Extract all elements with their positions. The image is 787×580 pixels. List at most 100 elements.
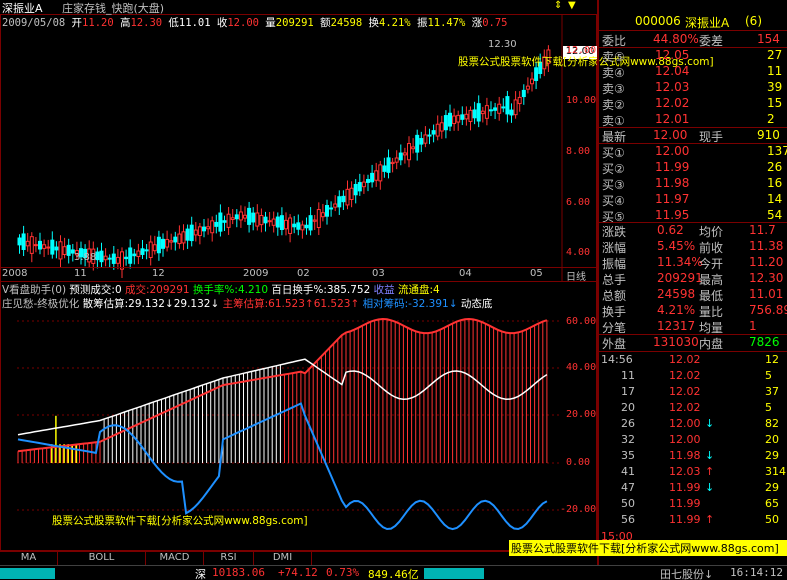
candle-body xyxy=(222,220,227,223)
scatter-estimate: 散筹估算:29.132 xyxy=(82,298,165,310)
candle-body xyxy=(243,214,247,219)
candle-body xyxy=(214,221,219,227)
sub2-indicator-name[interactable]: 庄见愁-终极优化 xyxy=(2,298,79,310)
candle-body xyxy=(271,218,276,226)
candle-body xyxy=(333,203,338,208)
candle-body xyxy=(431,130,436,135)
turnover-stat: 换手率%:4.210 xyxy=(192,284,269,296)
tab-rsi[interactable]: RSI xyxy=(204,552,254,565)
tick-time: 35 xyxy=(621,449,635,462)
down-arrow-icon: ↓ xyxy=(705,417,715,430)
tick-price: 12.00 xyxy=(669,433,701,446)
tick-time: 26 xyxy=(621,417,635,430)
ask-volume: 2 xyxy=(767,112,775,126)
candle-body xyxy=(284,219,288,230)
bid-row: 买① 12.00 137 xyxy=(599,144,787,160)
candle-body xyxy=(29,236,34,254)
candle-body xyxy=(337,196,342,208)
stat-value: 209291 xyxy=(657,271,703,285)
weibi-row: 委比 44.80% 委差 154 xyxy=(599,32,787,48)
price-axis-label: 4.00 xyxy=(566,247,591,258)
down-arrow-icon: ↓ xyxy=(705,449,715,462)
candle-body xyxy=(460,114,465,120)
candle-body xyxy=(189,224,194,242)
tab-dmi[interactable]: DMI xyxy=(254,552,312,565)
candle-body xyxy=(415,134,420,153)
watermark-bottom: 股票公式股票软件下载[分析家公式网www.88gs.com] xyxy=(52,515,308,527)
price-axis-label: 12.00 xyxy=(566,45,597,56)
candle-body xyxy=(202,226,206,232)
candle-body xyxy=(181,231,186,244)
candle-body xyxy=(390,161,395,165)
volume-value: 209291 xyxy=(275,17,314,29)
tick-price: 12.00 xyxy=(669,417,701,430)
ask-volume: 11 xyxy=(767,64,783,78)
candle-body xyxy=(398,152,403,161)
dropdown-icon[interactable]: ▼ xyxy=(568,0,576,11)
candle-body xyxy=(161,238,165,249)
latest-row: 最新 12.00 现手 910 xyxy=(599,128,787,144)
candle-body xyxy=(230,217,235,220)
candle-body xyxy=(210,220,215,234)
bid-label: 买① xyxy=(602,146,625,160)
candle-body xyxy=(275,216,280,228)
up-arrow-icon: ↑ xyxy=(705,465,715,478)
tick-price: 11.99 xyxy=(669,497,701,510)
indicator-title[interactable]: 庄家存钱_快跑(大盘) xyxy=(62,0,164,16)
chart-area[interactable]: 深振业A 庄家存钱_快跑(大盘) ⇕ ▼ 2009/05/08 开11.20 高… xyxy=(0,0,714,565)
candle-body xyxy=(99,250,104,263)
indicator-chart[interactable] xyxy=(0,281,597,551)
price-axis-label: 10.00 xyxy=(566,95,597,106)
candle-body xyxy=(517,96,522,105)
tab-macd[interactable]: MACD xyxy=(146,552,204,565)
candle-body xyxy=(197,226,202,236)
candle-body xyxy=(218,212,223,232)
candle-body xyxy=(382,165,387,172)
tick-time: 32 xyxy=(621,433,635,446)
stat-row: 总额 24598 最低 11.01 xyxy=(599,287,787,303)
stock-name: 深振业A xyxy=(685,16,730,30)
tick-price: 12.03 xyxy=(669,465,701,478)
tick-row: 41 12.03 ↑ 314 xyxy=(599,465,787,480)
change-value: 0.75 xyxy=(482,17,508,29)
date-label: 2008 xyxy=(2,268,28,279)
candle-body xyxy=(370,172,375,183)
expand-icon[interactable]: ⇕ xyxy=(554,0,562,11)
main-estimate-value: 61.523 xyxy=(313,298,351,310)
status-market: 深 xyxy=(195,568,206,580)
candle-body xyxy=(435,123,440,137)
tick-price: 12.02 xyxy=(669,369,701,382)
tick-time: 17 xyxy=(621,385,635,398)
down-arrow-icon: ↓ xyxy=(210,298,220,310)
candle-body xyxy=(489,109,493,112)
tab-boll[interactable]: BOLL xyxy=(58,552,146,565)
candle-body xyxy=(128,247,133,264)
candle-body xyxy=(472,109,477,119)
candlestick-series xyxy=(17,45,551,278)
status-amount: 849.46亿 xyxy=(368,568,419,580)
candle-body xyxy=(530,78,534,85)
bid-volume: 137 xyxy=(767,144,787,158)
high-label: 高 xyxy=(119,17,131,29)
ask-price: 12.04 xyxy=(655,64,690,78)
low-value: 11.01 xyxy=(178,17,211,29)
scatter-estimate-value: 29.132 xyxy=(173,298,211,310)
bid-label: 买④ xyxy=(602,194,625,208)
sub-indicator-name[interactable]: V看盘助手(0) xyxy=(2,284,66,296)
candle-body xyxy=(521,89,526,98)
bid-label: 买② xyxy=(602,162,625,176)
up-arrow-icon: ↑ xyxy=(304,298,314,310)
status-stock[interactable]: 田七股份↓ xyxy=(660,566,713,580)
candle-body xyxy=(111,253,116,264)
candle-body xyxy=(374,170,379,181)
tab-ma[interactable]: MA xyxy=(0,552,58,565)
bid-volume: 14 xyxy=(767,192,783,206)
candle-body xyxy=(21,233,26,250)
stat-row: 涨跌 0.62 均价 11.7 xyxy=(599,223,787,239)
outer-inner-row: 外盘 131030 内盘 7826 xyxy=(599,335,787,351)
date-label: 11 xyxy=(74,268,87,279)
candle-body xyxy=(251,212,256,223)
quote-header: 000006 深振业A (6) xyxy=(599,14,787,30)
sub-legend-1: V看盘助手(0) 预测成交:0 成交:209291 换手率%:4.210 百日换… xyxy=(2,282,440,297)
candle-body xyxy=(423,134,428,144)
